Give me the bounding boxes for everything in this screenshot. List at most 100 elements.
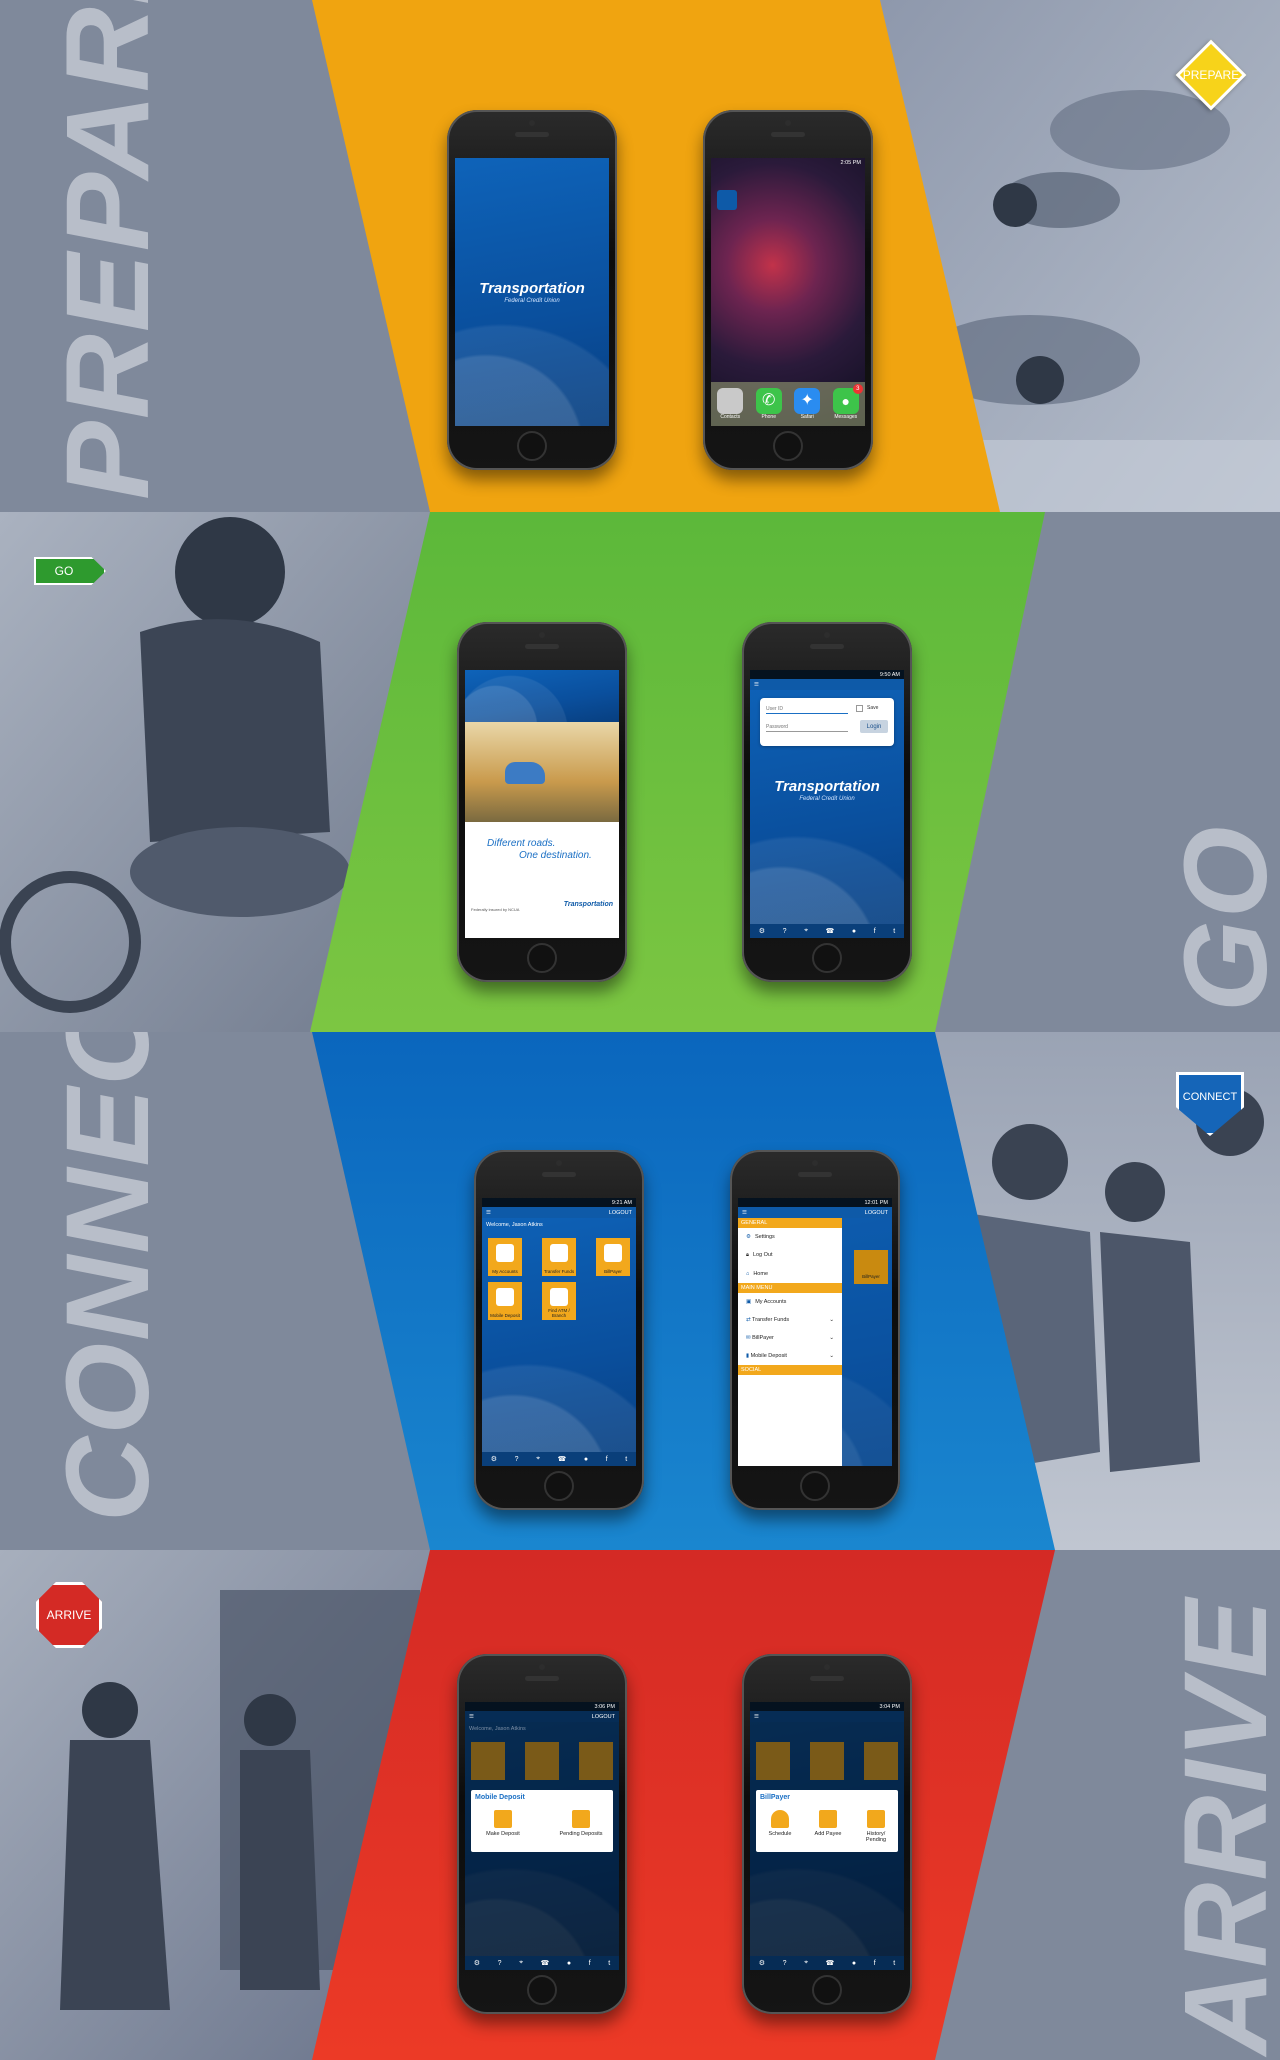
schedule-button[interactable]: Schedule xyxy=(760,1810,800,1837)
userid-field[interactable] xyxy=(766,704,848,714)
safari-app[interactable]: ✦ Safari xyxy=(794,388,821,420)
gear-icon[interactable]: ⚙ xyxy=(759,927,765,935)
hamburger-icon[interactable]: ☰ xyxy=(486,1210,491,1216)
menu-label: My Accounts xyxy=(755,1299,787,1305)
tile-mobile-deposit[interactable]: Mobile Deposit xyxy=(488,1282,522,1320)
menu-item-my-accounts[interactable]: ▣ My Accounts xyxy=(738,1293,842,1311)
menu-label: BillPayer xyxy=(752,1335,774,1341)
menu-label: Settings xyxy=(754,1234,775,1240)
home-button[interactable] xyxy=(527,1975,557,2005)
menu-item-logout[interactable]: 🔒︎ Log Out xyxy=(738,1246,842,1265)
menu-item-transfer-funds[interactable]: ⇄ Transfer Funds ⌄ xyxy=(738,1311,842,1329)
home-button[interactable] xyxy=(517,431,547,461)
phone-icon[interactable]: ☎ xyxy=(558,1455,567,1463)
menu-item-billpayer[interactable]: ✉ BillPayer ⌄ xyxy=(738,1329,842,1347)
help-icon[interactable]: ? xyxy=(515,1456,519,1463)
facebook-icon[interactable]: f xyxy=(874,928,876,935)
chevron-down-icon[interactable]: ⌄ xyxy=(829,1335,834,1341)
twitter-icon[interactable]: t xyxy=(893,1960,895,1967)
section-go: GO GO Different roads. One destination. … xyxy=(0,512,1280,1032)
status-time: 9:21 AM xyxy=(611,1199,632,1206)
person-icon[interactable]: ● xyxy=(567,1960,571,1967)
messages-app[interactable]: ● 3 Messages xyxy=(832,384,863,420)
bottom-toolbar: ⚙ ? ⌖ ☎ ● f t xyxy=(465,1956,619,1970)
location-icon[interactable]: ⌖ xyxy=(519,1959,523,1967)
home-button[interactable] xyxy=(812,943,842,973)
password-field[interactable] xyxy=(766,722,848,732)
person-icon[interactable]: ● xyxy=(852,1960,856,1967)
login-button[interactable]: Login xyxy=(860,720,888,733)
twitter-icon[interactable]: t xyxy=(893,928,895,935)
tile-find-atm[interactable]: Find ATM / Branch xyxy=(542,1282,576,1320)
phone-icon[interactable]: ☎ xyxy=(541,1959,550,1967)
gear-icon[interactable]: ⚙ xyxy=(474,1959,480,1967)
phone-speaker xyxy=(515,132,549,137)
app-icon-transportation[interactable] xyxy=(717,190,737,210)
home-button[interactable] xyxy=(812,1975,842,2005)
facebook-icon[interactable]: f xyxy=(606,1456,608,1463)
action-label: Schedule xyxy=(768,1831,792,1837)
chevron-down-icon[interactable]: ⌄ xyxy=(829,1353,834,1359)
facebook-icon[interactable]: f xyxy=(589,1960,591,1967)
gear-icon: ⚙ xyxy=(746,1234,751,1240)
hamburger-icon[interactable]: ☰ xyxy=(754,1714,759,1720)
menu-item-home[interactable]: ⌂ Home xyxy=(738,1265,842,1283)
phone-icon[interactable]: ☎ xyxy=(826,1959,835,1967)
facebook-icon[interactable]: f xyxy=(874,1960,876,1967)
help-icon[interactable]: ? xyxy=(498,1960,502,1967)
person-icon[interactable]: ● xyxy=(852,928,856,935)
hamburger-icon[interactable]: ☰ xyxy=(754,682,759,688)
ncua-note: Federally insured by NCUA xyxy=(471,907,520,912)
home-icon: ⌂ xyxy=(746,1271,750,1277)
person-icon[interactable]: ● xyxy=(584,1456,588,1463)
status-time: 3:06 PM xyxy=(594,1703,615,1710)
status-bar: 12:01 PM xyxy=(738,1198,892,1207)
dim-tile xyxy=(471,1742,505,1780)
logout-link[interactable]: LOGOUT xyxy=(592,1714,615,1720)
bottom-toolbar: ⚙ ? ⌖ ☎ ● f t xyxy=(750,1956,904,1970)
gear-icon[interactable]: ⚙ xyxy=(759,1959,765,1967)
menu-item-settings[interactable]: ⚙ Settings xyxy=(738,1228,842,1246)
phone-camera xyxy=(824,632,830,638)
add-payee-button[interactable]: Add Payee xyxy=(808,1810,848,1837)
contacts-app[interactable]: Contacts xyxy=(717,388,744,420)
phone-app[interactable]: ✆ Phone xyxy=(755,388,782,420)
status-time: 9:50 AM xyxy=(879,671,900,678)
help-icon[interactable]: ? xyxy=(783,928,787,935)
app-bar: ☰ xyxy=(750,1711,904,1722)
tile-label: Find ATM / Branch xyxy=(548,1308,570,1318)
tile-billpayer[interactable]: BillPayer xyxy=(596,1238,630,1276)
app-bar: ☰ LOGOUT xyxy=(465,1711,619,1722)
menu-item-mobile-deposit[interactable]: ▮ Mobile Deposit ⌄ xyxy=(738,1347,842,1365)
make-deposit-button[interactable]: Make Deposit xyxy=(483,1810,523,1837)
hamburger-icon[interactable]: ☰ xyxy=(742,1210,747,1216)
home-button[interactable] xyxy=(800,1471,830,1501)
deposit-popup: Mobile Deposit Make Deposit Pending Depo… xyxy=(471,1790,613,1852)
location-icon[interactable]: ⌖ xyxy=(536,1455,540,1463)
help-icon[interactable]: ? xyxy=(783,1960,787,1967)
twitter-icon[interactable]: t xyxy=(608,1960,610,1967)
history-pending-button[interactable]: History/ Pending xyxy=(856,1810,896,1843)
phone-billpay: 3:04 PM ☰ BillPayer Schedule Add Payee H… xyxy=(742,1654,912,2014)
promo-screen: Different roads. One destination. Federa… xyxy=(465,670,619,938)
pending-deposits-button[interactable]: Pending Deposits xyxy=(557,1810,605,1837)
location-icon[interactable]: ⌖ xyxy=(804,927,808,935)
tile-transfer-funds[interactable]: Transfer Funds xyxy=(542,1238,576,1276)
phone-camera xyxy=(539,632,545,638)
location-icon[interactable]: ⌖ xyxy=(804,1959,808,1967)
dim-tile xyxy=(579,1742,613,1780)
save-checkbox[interactable] xyxy=(856,705,863,712)
splash-logo: Transportation xyxy=(479,280,585,297)
home-button[interactable] xyxy=(773,431,803,461)
home-button[interactable] xyxy=(544,1471,574,1501)
logout-link[interactable]: LOGOUT xyxy=(865,1210,888,1216)
gear-icon[interactable]: ⚙ xyxy=(491,1455,497,1463)
promo-tagline-1: Different roads. xyxy=(487,838,556,849)
twitter-icon[interactable]: t xyxy=(625,1456,627,1463)
chevron-down-icon[interactable]: ⌄ xyxy=(829,1317,834,1323)
tile-my-accounts[interactable]: My Accounts xyxy=(488,1238,522,1276)
home-button[interactable] xyxy=(527,943,557,973)
logout-link[interactable]: LOGOUT xyxy=(609,1210,632,1216)
phone-icon[interactable]: ☎ xyxy=(826,927,835,935)
hamburger-icon[interactable]: ☰ xyxy=(469,1714,474,1720)
